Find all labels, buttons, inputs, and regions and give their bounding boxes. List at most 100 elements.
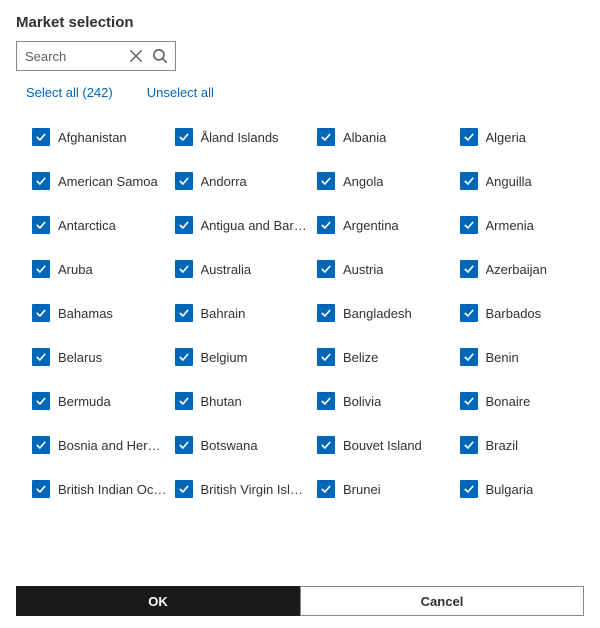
market-checkbox[interactable] xyxy=(460,260,478,278)
market-checkbox[interactable] xyxy=(175,304,193,322)
market-checkbox[interactable] xyxy=(460,128,478,146)
market-item: British Virgin Islands xyxy=(175,480,310,498)
market-checkbox[interactable] xyxy=(32,128,50,146)
select-all-link[interactable]: Select all (242) xyxy=(26,85,113,100)
market-checkbox[interactable] xyxy=(32,216,50,234)
clear-search-icon[interactable] xyxy=(127,47,145,65)
market-item: Bolivia xyxy=(317,392,452,410)
market-label: Åland Islands xyxy=(201,130,279,145)
market-item: Armenia xyxy=(460,216,595,234)
market-label: Bosnia and Herzegovina xyxy=(58,438,167,453)
market-label: Angola xyxy=(343,174,383,189)
market-item: Botswana xyxy=(175,436,310,454)
market-checkbox[interactable] xyxy=(175,436,193,454)
market-label: Antarctica xyxy=(58,218,116,233)
market-checkbox[interactable] xyxy=(32,392,50,410)
search-icon[interactable] xyxy=(151,47,169,65)
market-checkbox[interactable] xyxy=(317,216,335,234)
market-checkbox[interactable] xyxy=(175,348,193,366)
market-item: Bhutan xyxy=(175,392,310,410)
market-checkbox[interactable] xyxy=(175,480,193,498)
market-item: Bermuda xyxy=(32,392,167,410)
market-label: American Samoa xyxy=(58,174,158,189)
market-checkbox[interactable] xyxy=(317,436,335,454)
market-item: Andorra xyxy=(175,172,310,190)
market-checkbox[interactable] xyxy=(32,172,50,190)
market-checkbox[interactable] xyxy=(317,172,335,190)
market-checkbox[interactable] xyxy=(32,480,50,498)
market-item: Bahrain xyxy=(175,304,310,322)
market-checkbox[interactable] xyxy=(460,480,478,498)
market-checkbox[interactable] xyxy=(175,216,193,234)
market-checkbox[interactable] xyxy=(317,480,335,498)
market-label: Antigua and Barbuda xyxy=(201,218,310,233)
market-item: Bosnia and Herzegovina xyxy=(32,436,167,454)
market-label: Belize xyxy=(343,350,378,365)
market-checkbox[interactable] xyxy=(32,436,50,454)
market-checkbox[interactable] xyxy=(460,392,478,410)
dialog-title: Market selection xyxy=(16,14,584,31)
market-label: Armenia xyxy=(486,218,534,233)
market-checkbox[interactable] xyxy=(175,128,193,146)
market-label: Austria xyxy=(343,262,383,277)
market-checkbox[interactable] xyxy=(175,260,193,278)
market-item: Belgium xyxy=(175,348,310,366)
search-input[interactable] xyxy=(25,49,127,64)
market-label: Aruba xyxy=(58,262,93,277)
market-checkbox[interactable] xyxy=(460,172,478,190)
market-item: Åland Islands xyxy=(175,128,310,146)
dialog-header: Market selection Select all (242) Unsele… xyxy=(0,0,600,120)
market-checkbox[interactable] xyxy=(32,260,50,278)
market-label: Botswana xyxy=(201,438,258,453)
market-checkbox[interactable] xyxy=(32,348,50,366)
market-item: Algeria xyxy=(460,128,595,146)
cancel-button[interactable]: Cancel xyxy=(300,586,584,616)
market-checkbox[interactable] xyxy=(317,392,335,410)
market-checkbox[interactable] xyxy=(175,172,193,190)
market-checkbox[interactable] xyxy=(32,304,50,322)
market-checkbox[interactable] xyxy=(317,260,335,278)
market-checkbox[interactable] xyxy=(460,304,478,322)
market-item: Albania xyxy=(317,128,452,146)
market-label: Brunei xyxy=(343,482,381,497)
market-checkbox[interactable] xyxy=(460,216,478,234)
market-item: Bulgaria xyxy=(460,480,595,498)
market-item: Argentina xyxy=(317,216,452,234)
market-item: Belarus xyxy=(32,348,167,366)
market-item: American Samoa xyxy=(32,172,167,190)
market-checkbox[interactable] xyxy=(460,436,478,454)
market-checkbox[interactable] xyxy=(317,304,335,322)
market-label: Benin xyxy=(486,350,519,365)
search-box[interactable] xyxy=(16,41,176,71)
market-item: Anguilla xyxy=(460,172,595,190)
dialog-footer: OK Cancel xyxy=(0,576,600,628)
market-label: Barbados xyxy=(486,306,542,321)
market-label: Belarus xyxy=(58,350,102,365)
market-label: British Indian Ocean Territory xyxy=(58,482,167,497)
market-list-scroll[interactable]: AfghanistanÅland IslandsAlbaniaAlgeriaAm… xyxy=(0,120,600,576)
market-label: Albania xyxy=(343,130,386,145)
market-label: Argentina xyxy=(343,218,399,233)
unselect-all-link[interactable]: Unselect all xyxy=(147,85,214,100)
market-label: Bulgaria xyxy=(486,482,534,497)
market-item: British Indian Ocean Territory xyxy=(32,480,167,498)
market-label: Anguilla xyxy=(486,174,532,189)
market-label: Bonaire xyxy=(486,394,531,409)
market-checkbox[interactable] xyxy=(460,348,478,366)
market-item: Australia xyxy=(175,260,310,278)
market-checkbox[interactable] xyxy=(317,348,335,366)
market-checkbox[interactable] xyxy=(175,392,193,410)
market-label: Brazil xyxy=(486,438,519,453)
market-grid: AfghanistanÅland IslandsAlbaniaAlgeriaAm… xyxy=(16,120,594,508)
market-checkbox[interactable] xyxy=(317,128,335,146)
market-item: Bonaire xyxy=(460,392,595,410)
market-label: Azerbaijan xyxy=(486,262,547,277)
market-item: Brunei xyxy=(317,480,452,498)
market-label: Bouvet Island xyxy=(343,438,422,453)
selection-links: Select all (242) Unselect all xyxy=(16,71,584,116)
market-label: Belgium xyxy=(201,350,248,365)
ok-button[interactable]: OK xyxy=(16,586,300,616)
market-label: Bermuda xyxy=(58,394,111,409)
market-label: Bahamas xyxy=(58,306,113,321)
market-item: Azerbaijan xyxy=(460,260,595,278)
